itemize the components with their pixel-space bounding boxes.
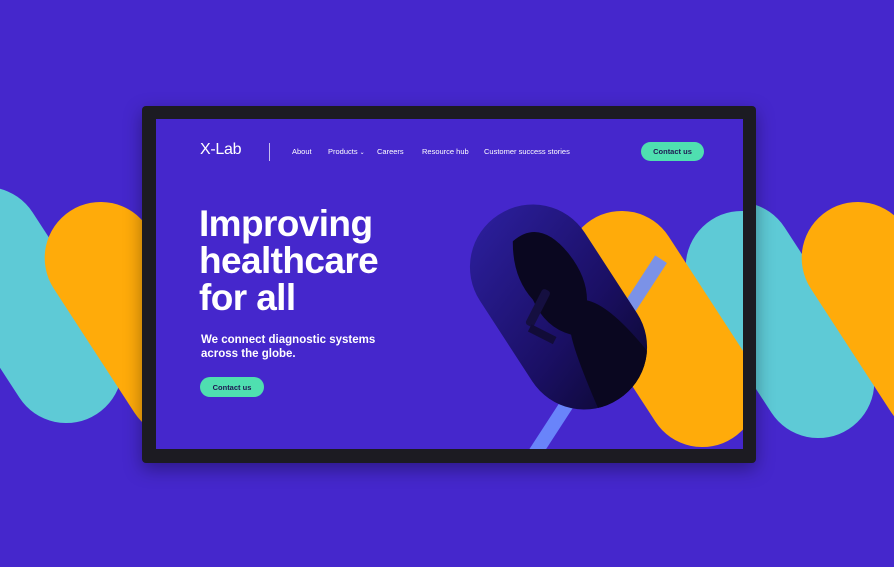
chevron-down-icon: ⌄ — [359, 150, 365, 156]
hero-title-line-1: Improving — [199, 203, 373, 244]
nav-contact-label: Contact us — [653, 147, 692, 156]
nav-item-careers-label: Careers — [377, 147, 404, 156]
hero-title-line-3: for all — [199, 277, 296, 318]
hero-contact-label: Contact us — [212, 382, 252, 392]
nav-contact-button[interactable]: Contact us — [641, 142, 704, 161]
nav-item-about-label: About — [292, 147, 312, 156]
hero-title: Improving healthcare for all — [199, 203, 379, 318]
hero-title-line-2: healthcare — [199, 240, 379, 281]
nav-item-about[interactable]: About — [292, 147, 312, 156]
xlab-logo[interactable]: X-Lab — [200, 141, 242, 159]
nav-item-resource-hub[interactable]: Resource hub — [422, 147, 469, 156]
nav-item-customer-success-stories-label: Customer success stories — [484, 147, 570, 156]
logo-text: X-Lab — [200, 141, 242, 158]
nav-item-careers[interactable]: Careers — [377, 147, 404, 156]
hero-subtitle-line-2: across the globe. — [201, 348, 296, 360]
hero-subtitle-line-1: We connect diagnostic systems — [201, 334, 376, 346]
website-screen: X-Lab About Products ⌄ Careers Resource h… — [156, 119, 743, 449]
nav-item-products[interactable]: Products ⌄ — [328, 147, 365, 156]
top-nav: X-Lab About Products ⌄ Careers Resource h… — [156, 119, 743, 183]
hero-subtitle: We connect diagnostic systems across the… — [201, 333, 375, 361]
nav-item-customer-success-stories[interactable]: Customer success stories — [484, 147, 570, 156]
nav-item-resource-hub-label: Resource hub — [422, 147, 469, 156]
nav-divider — [269, 143, 270, 161]
nav-item-products-label: Products — [328, 147, 358, 156]
hero-contact-button[interactable]: Contact us — [200, 377, 264, 397]
